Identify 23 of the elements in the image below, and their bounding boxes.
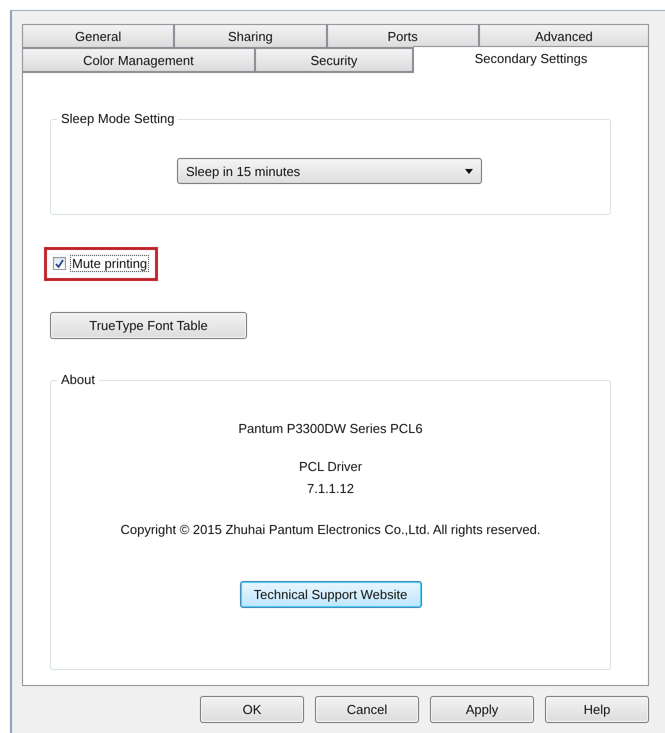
copyright-text: Copyright © 2015 Zhuhai Pantum Electronics Co.,Ltd. All rights reserved. — [120, 522, 540, 537]
dropdown-arrow-icon — [465, 168, 473, 174]
dialog-button[interactable]: Apply — [430, 696, 534, 723]
checkbox-label: Mute printing — [70, 255, 150, 272]
support-website-button[interactable]: Technical Support Website — [240, 581, 422, 608]
tab[interactable]: Color Management — [22, 48, 255, 72]
product-name: Pantum P3300DW Series PCL6 — [238, 421, 423, 436]
sleep-dropdown[interactable]: Sleep in 15 minutes — [177, 158, 482, 184]
driver-version: 7.1.1.12 — [307, 481, 354, 496]
group-title: About — [57, 372, 99, 387]
tab[interactable]: Advanced — [478, 24, 650, 48]
tab[interactable]: Sharing — [174, 24, 326, 48]
driver-name: PCL Driver — [298, 459, 362, 474]
dialog-button[interactable]: OK — [200, 696, 304, 723]
tab[interactable]: Security — [254, 48, 413, 72]
font-table-button[interactable]: TrueType Font Table — [50, 312, 247, 339]
checkbox[interactable] — [53, 257, 66, 270]
tab[interactable]: Ports — [326, 24, 479, 48]
tab[interactable]: General — [22, 24, 174, 48]
group-title: Sleep Mode Setting — [57, 111, 178, 126]
dialog-button[interactable]: Cancel — [315, 696, 419, 723]
tab[interactable]: Secondary Settings — [412, 46, 649, 73]
dialog-button[interactable]: Help — [545, 696, 649, 723]
